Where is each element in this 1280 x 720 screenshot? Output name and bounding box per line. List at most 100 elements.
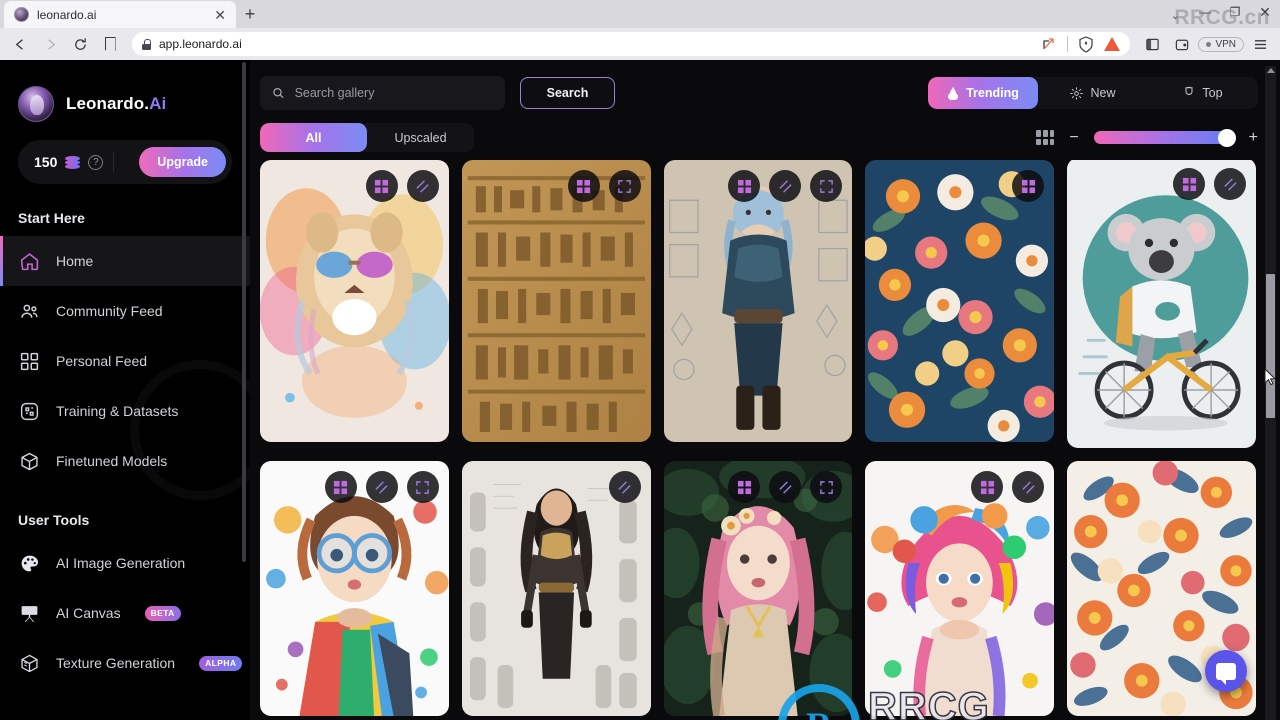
sidebar-panel-icon[interactable] xyxy=(1138,31,1166,57)
card-action-group xyxy=(365,170,439,202)
variation-icon[interactable] xyxy=(365,471,398,503)
gallery-card-dark-fantasy-character-sheet[interactable] xyxy=(461,461,651,716)
gallery-card-blue-haired-warrior-woman[interactable] xyxy=(663,160,853,442)
help-circle-icon[interactable]: ? xyxy=(88,154,104,170)
scrollbar-thumb[interactable] xyxy=(1266,274,1275,418)
sidebar-item-community-feed[interactable]: Community Feed xyxy=(0,286,250,336)
bookmark-icon[interactable] xyxy=(96,31,124,57)
window-close-button[interactable]: ✕ xyxy=(1250,2,1280,22)
sidebar: Leonardo.Ai 150 ? Upgrade Start Here Hom… xyxy=(0,60,250,720)
variation-glyph xyxy=(779,179,792,193)
back-button[interactable] xyxy=(6,31,34,57)
gallery-card-pink-haired-forest-elf[interactable] xyxy=(663,461,853,716)
vpn-label: VPN xyxy=(1215,38,1236,50)
window-controls: — ❐ ✕ xyxy=(1190,2,1280,28)
upgrade-button[interactable]: Upgrade xyxy=(139,147,226,177)
zoom-slider-knob[interactable] xyxy=(1217,128,1236,147)
gallery-card-colorful-lion-sunglasses[interactable] xyxy=(260,160,449,442)
upscale-icon[interactable] xyxy=(567,170,600,202)
gallery-card-egyptian-hieroglyphics-wall[interactable] xyxy=(461,160,651,442)
address-bar[interactable]: app.leonardo.ai xyxy=(132,32,1131,56)
sort-tab-trending[interactable]: Trending xyxy=(928,77,1038,109)
grid-density-icon[interactable] xyxy=(1036,130,1055,145)
variation-icon[interactable] xyxy=(1012,471,1045,503)
upscale-icon[interactable] xyxy=(728,170,761,202)
scrollbar-arrow-up-icon[interactable] xyxy=(1267,68,1275,73)
sidebar-item-ai-canvas[interactable]: AI Canvas BETA xyxy=(0,588,250,638)
main-scrollbar[interactable] xyxy=(1265,66,1276,720)
gallery-card-girl-with-blue-glasses[interactable] xyxy=(260,461,449,716)
reload-button[interactable] xyxy=(66,31,94,57)
new-tab-button[interactable]: + xyxy=(236,1,264,28)
fullscreen-icon[interactable] xyxy=(810,170,843,202)
segment-upscaled[interactable]: Upscaled xyxy=(367,123,474,152)
variation-icon[interactable] xyxy=(608,471,641,503)
upscale-icon[interactable] xyxy=(1012,170,1045,202)
sidebar-item-personal-feed[interactable]: Personal Feed xyxy=(0,336,250,386)
vpn-button[interactable]: VPN xyxy=(1198,36,1244,52)
intercom-chat-icon xyxy=(1216,662,1236,685)
home-icon xyxy=(18,250,40,272)
zoom-in-button[interactable]: + xyxy=(1249,129,1258,146)
upscale-icon[interactable] xyxy=(365,170,398,202)
sidebar-item-ai-image-generation[interactable]: AI Image Generation xyxy=(0,538,250,588)
variation-icon[interactable] xyxy=(769,170,802,202)
sidebar-section-title-user-tools: User Tools xyxy=(18,512,90,528)
sidebar-item-texture-generation[interactable]: Texture Generation ALPHA xyxy=(0,638,250,688)
gallery-card-koala-riding-bicycle[interactable] xyxy=(1067,160,1256,448)
gallery-card-rainbow-hair-portrait[interactable] xyxy=(865,461,1055,716)
sidebar-scrollbar[interactable] xyxy=(242,62,246,562)
sort-tab-new[interactable]: New xyxy=(1038,77,1148,109)
card-action-group xyxy=(971,471,1045,503)
upscale-icon[interactable] xyxy=(1173,168,1205,200)
upscale-icon[interactable] xyxy=(324,471,357,503)
window-minimize-button[interactable]: — xyxy=(1190,2,1220,22)
toolbar-row-search: Search Trending New Top xyxy=(260,76,1258,110)
tab-favicon-icon xyxy=(14,7,29,22)
brave-shields-icon[interactable] xyxy=(1078,35,1094,53)
intercom-chat-button[interactable] xyxy=(1205,650,1247,692)
window-maximize-button[interactable]: ❐ xyxy=(1220,2,1250,22)
fullscreen-icon[interactable] xyxy=(810,471,843,503)
variation-icon[interactable] xyxy=(406,170,439,202)
gallery-card-orange-floral-pattern[interactable] xyxy=(865,160,1055,442)
search-input[interactable] xyxy=(294,86,493,100)
chevron-down-icon[interactable]: ⌄ xyxy=(1171,9,1190,28)
sort-tab-top[interactable]: Top xyxy=(1148,77,1258,109)
browser-tab[interactable]: leonardo.ai ✕ xyxy=(4,1,236,28)
people-icon xyxy=(18,300,40,322)
upscale-glyph xyxy=(737,480,751,494)
variation-glyph xyxy=(1223,177,1237,191)
brand-name-suffix: Ai xyxy=(149,94,167,113)
tab-close-icon[interactable]: ✕ xyxy=(214,8,226,22)
sidebar-item-label: Texture Generation xyxy=(56,655,176,671)
badge-beta: BETA xyxy=(144,605,181,621)
upscale-icon[interactable] xyxy=(971,471,1004,503)
variation-icon[interactable] xyxy=(1214,168,1246,200)
brave-wallet-icon[interactable] xyxy=(1168,31,1196,57)
zoom-out-button[interactable]: − xyxy=(1069,129,1078,146)
upscale-icon[interactable] xyxy=(728,471,761,503)
search-box[interactable] xyxy=(260,76,505,110)
share-icon[interactable] xyxy=(1041,36,1057,52)
zoom-slider[interactable] xyxy=(1093,128,1236,147)
brave-leo-icon[interactable] xyxy=(1104,37,1121,51)
fullscreen-icon[interactable] xyxy=(406,471,439,503)
palette-icon xyxy=(18,552,40,574)
sort-tab-label: Trending xyxy=(966,86,1019,100)
badge-alpha: ALPHA xyxy=(199,655,243,671)
search-button[interactable]: Search xyxy=(520,77,615,109)
upscale-glyph xyxy=(375,179,389,193)
brand-name-text: Leonardo. xyxy=(66,94,150,113)
fullscreen-icon[interactable] xyxy=(608,170,641,202)
hamburger-menu-icon[interactable] xyxy=(1246,31,1274,57)
brand[interactable]: Leonardo.Ai xyxy=(0,60,250,122)
leonardo-app: Leonardo.Ai 150 ? Upgrade Start Here Hom… xyxy=(0,60,1280,720)
zoom-controls: − + xyxy=(1036,128,1258,147)
segment-all[interactable]: All xyxy=(260,123,367,152)
sidebar-item-finetuned-models[interactable]: Finetuned Models xyxy=(0,436,250,486)
upscale-glyph xyxy=(1182,177,1196,191)
variation-icon[interactable] xyxy=(769,471,802,503)
sidebar-item-home[interactable]: Home xyxy=(0,236,250,286)
sidebar-item-training-datasets[interactable]: Training & Datasets xyxy=(0,386,250,436)
